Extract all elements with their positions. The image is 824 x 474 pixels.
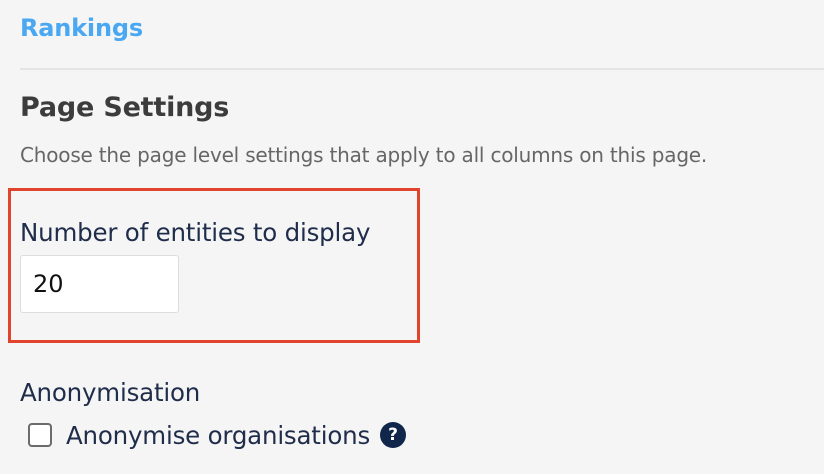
entities-count-label: Number of entities to display [20, 218, 371, 247]
anonymise-organisations-label[interactable]: Anonymise organisations [66, 421, 370, 450]
page-settings-description: Choose the page level settings that appl… [20, 143, 708, 167]
anonymise-organisations-row: Anonymise organisations ? [28, 417, 407, 453]
page-settings-panel: Rankings Page Settings Choose the page l… [0, 0, 824, 474]
help-icon[interactable]: ? [380, 422, 407, 448]
anonymisation-label: Anonymisation [20, 378, 201, 407]
anonymise-organisations-checkbox[interactable] [28, 423, 52, 447]
tab-rankings[interactable]: Rankings [20, 14, 143, 42]
page-settings-title: Page Settings [20, 92, 230, 123]
divider [20, 68, 824, 70]
entities-count-input[interactable] [20, 255, 179, 313]
